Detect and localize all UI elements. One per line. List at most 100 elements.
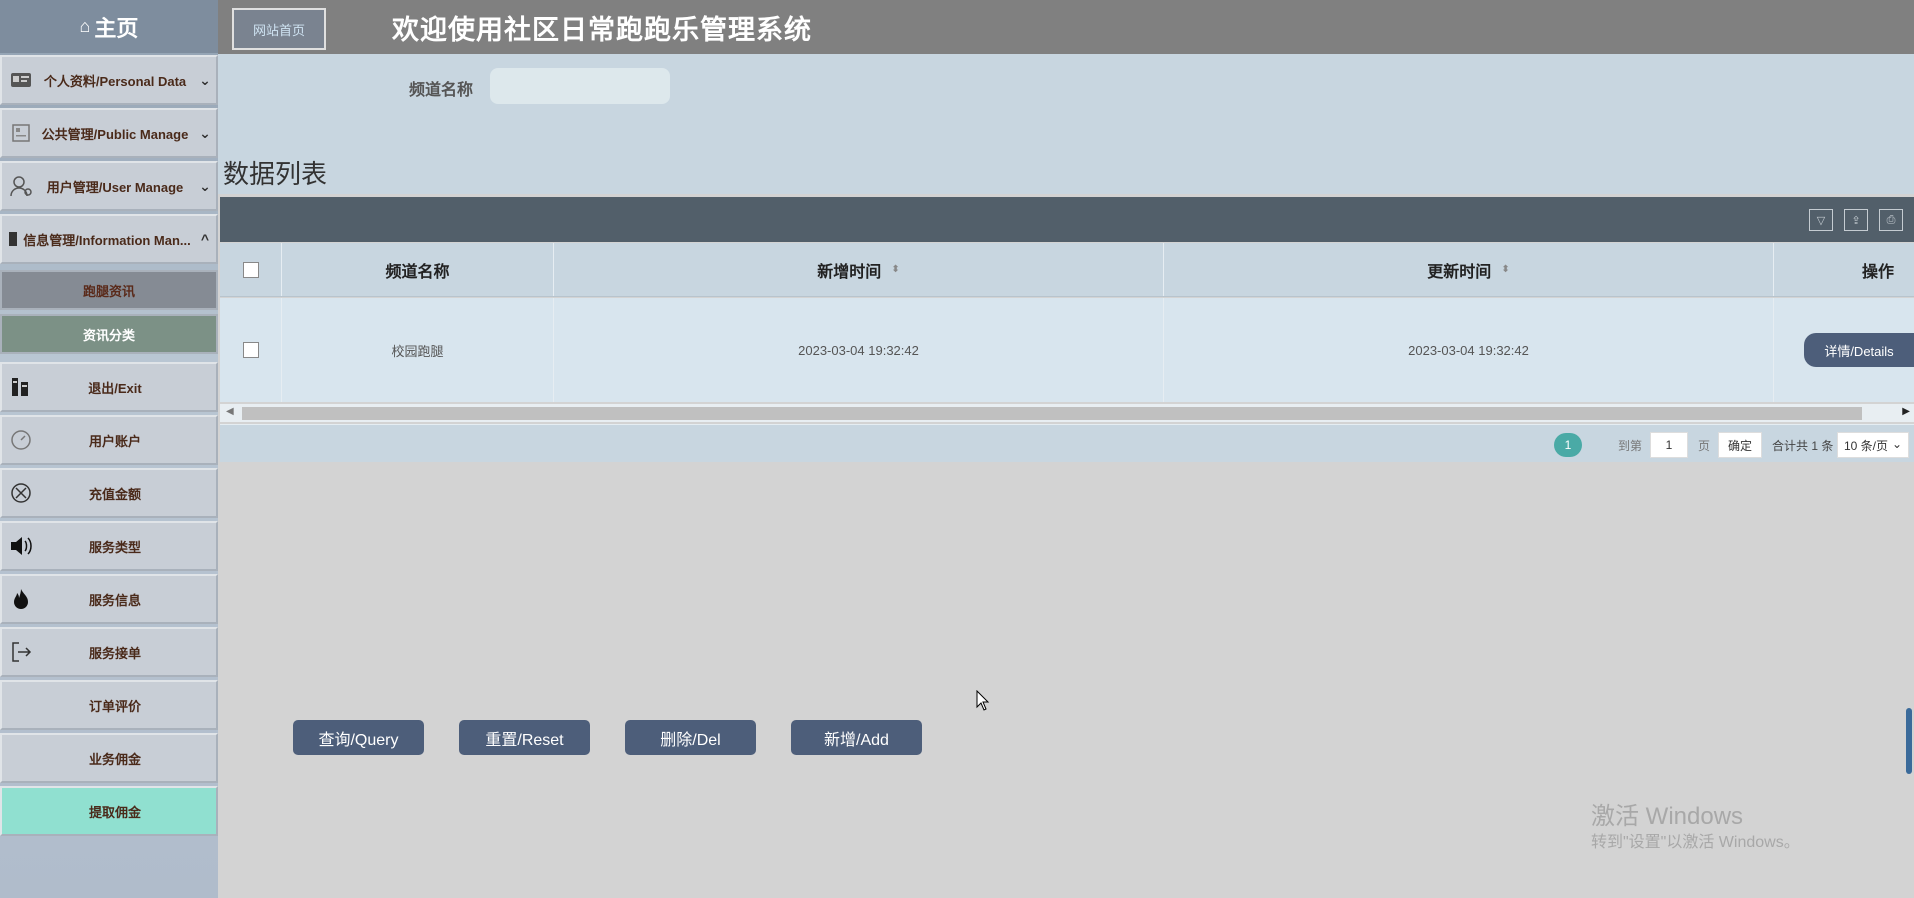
- menu-label: 信息管理/Information Man...: [23, 232, 191, 248]
- side-slider[interactable]: [1906, 708, 1912, 774]
- scroll-left-icon[interactable]: ◀: [226, 406, 234, 417]
- submenu-news-category[interactable]: 资讯分类: [0, 314, 218, 354]
- column-header-sortable[interactable]: 更新时间 ⬍: [1164, 243, 1774, 296]
- channel-name-label: 频道名称: [409, 82, 474, 99]
- menu-recharge[interactable]: 充值金额: [0, 468, 218, 518]
- table-toolbar: ▽ ⇪ ⎙: [220, 197, 1914, 242]
- list-title: 数据列表: [223, 159, 328, 189]
- menu-label: 用户管理/User Manage: [46, 179, 184, 195]
- menu-public-manage[interactable]: 公共管理/Public Manage ⌄: [0, 108, 218, 158]
- menu-label: 个人资料/Personal Data: [43, 73, 187, 89]
- details-button[interactable]: 详情/Details: [1804, 333, 1914, 367]
- logout-icon: [6, 637, 36, 667]
- row-checkbox[interactable]: [242, 342, 259, 358]
- document-icon: [6, 118, 36, 148]
- column-header-label: 新增时间: [817, 263, 882, 281]
- menu-label: 订单评价: [88, 698, 141, 714]
- activation-watermark-title: 激活 Windows: [1591, 803, 1744, 830]
- submenu-label: 跑腿资讯: [82, 283, 135, 299]
- reset-button[interactable]: 重置/Reset: [459, 720, 590, 755]
- menu-label: 服务类型: [88, 539, 141, 555]
- goto-label: 到第: [1618, 439, 1643, 453]
- cell-updated-time: 2023-03-04 19:32:42: [1164, 298, 1774, 402]
- delete-button[interactable]: 删除/Del: [625, 720, 756, 755]
- chevron-down-icon: ⌄: [1891, 437, 1902, 451]
- user-gear-icon: [6, 171, 36, 201]
- page-size-select[interactable]: 10 条/页 ⌄: [1837, 432, 1909, 458]
- submenu-errand-news[interactable]: 跑腿资讯: [0, 270, 218, 310]
- speaker-icon: [6, 531, 36, 561]
- cell-created-time: 2023-03-04 19:32:42: [554, 298, 1164, 402]
- menu-label: 服务信息: [88, 592, 141, 608]
- site-home-button[interactable]: 网站首页: [232, 8, 326, 50]
- fire-icon: [6, 584, 36, 614]
- column-header-label: 频道名称: [385, 263, 450, 281]
- chevron-down-icon: ⌄: [199, 71, 211, 88]
- sidebar: ⌂ 主页 个人资料/Personal Data ⌄ 公共管理/Public Ma…: [0, 0, 218, 898]
- menu-label: 公共管理/Public Manage: [41, 126, 189, 142]
- submenu-label: 资讯分类: [82, 327, 135, 343]
- row-checkbox-cell: [220, 298, 282, 402]
- system-title: 欢迎使用社区日常跑跑乐管理系统: [392, 15, 812, 45]
- activation-watermark-text: 转到"设置"以激活 Windows。: [1591, 834, 1800, 851]
- menu-order-review[interactable]: 订单评价: [0, 680, 218, 730]
- page-size-value: 10 条/页: [1844, 438, 1889, 453]
- menu-service-type[interactable]: 服务类型: [0, 521, 218, 571]
- scroll-right-icon[interactable]: ▶: [1902, 406, 1910, 417]
- home-icon: ⌂: [79, 16, 91, 36]
- table-header: 频道名称 新增时间 ⬍ 更新时间 ⬍ 操作: [220, 243, 1914, 297]
- menu-personal-data[interactable]: 个人资料/Personal Data ⌄: [0, 55, 218, 105]
- add-button[interactable]: 新增/Add: [791, 720, 922, 755]
- column-header-label: 操作: [1861, 263, 1894, 281]
- menu-information-manage[interactable]: 信息管理/Information Man... ^: [0, 214, 218, 264]
- filter-columns-icon[interactable]: ▽: [1809, 209, 1833, 231]
- query-button[interactable]: 查询/Query: [293, 720, 424, 755]
- export-icon[interactable]: ⇪: [1844, 209, 1868, 231]
- channel-name-input[interactable]: [490, 68, 670, 104]
- crosshair-icon: [6, 478, 36, 508]
- menu-withdraw-commission[interactable]: 提取佣金: [0, 786, 218, 836]
- chevron-up-icon: ^: [200, 231, 210, 247]
- total-count: 合计共 1 条: [1772, 439, 1834, 453]
- menu-user-manage[interactable]: 用户管理/User Manage ⌄: [0, 161, 218, 211]
- sort-icon[interactable]: ⬍: [891, 264, 899, 275]
- column-header-sortable[interactable]: 新增时间 ⬍: [554, 243, 1164, 296]
- horizontal-scrollbar[interactable]: ◀ ▶: [220, 404, 1914, 422]
- menu-user-account[interactable]: 用户账户: [0, 415, 218, 465]
- home-link[interactable]: ⌂ 主页: [0, 0, 218, 53]
- menu-label: 业务佣金: [88, 751, 141, 767]
- select-all-cell: [220, 243, 282, 296]
- cell-channel-name: 校园跑腿: [282, 298, 554, 402]
- goto-page-input[interactable]: 1: [1650, 432, 1688, 458]
- search-area: 频道名称 数据列表: [218, 54, 1914, 194]
- menu-exit[interactable]: 退出/Exit: [0, 362, 218, 412]
- select-all-checkbox[interactable]: [242, 261, 259, 278]
- menu-label: 充值金额: [88, 486, 141, 502]
- chevron-down-icon: ⌄: [199, 124, 211, 141]
- menu-label: 退出/Exit: [88, 380, 142, 396]
- column-header: 频道名称: [282, 243, 554, 296]
- print-icon[interactable]: ⎙: [1879, 209, 1903, 231]
- building-icon: [6, 224, 20, 254]
- column-header: 操作: [1774, 243, 1914, 296]
- home-label: 主页: [94, 15, 139, 41]
- chevron-down-icon: ⌄: [199, 177, 211, 194]
- pagination: 1 到第 1 页 确定 合计共 1 条 10 条/页 ⌄: [220, 424, 1914, 462]
- menu-service-info[interactable]: 服务信息: [0, 574, 218, 624]
- top-bar: 网站首页 欢迎使用社区日常跑跑乐管理系统: [218, 0, 1914, 54]
- page-unit-label: 页: [1698, 439, 1711, 453]
- table-row: 校园跑腿 2023-03-04 19:32:42 2023-03-04 19:3…: [220, 298, 1914, 402]
- id-card-icon: [6, 65, 36, 95]
- menu-service-order[interactable]: 服务接单: [0, 627, 218, 677]
- page-number-current[interactable]: 1: [1554, 433, 1582, 457]
- mouse-cursor-icon: [976, 690, 990, 711]
- scrollbar-thumb[interactable]: [242, 407, 1862, 420]
- confirm-page-button[interactable]: 确定: [1718, 432, 1762, 458]
- menu-business-commission[interactable]: 业务佣金: [0, 733, 218, 783]
- speed-icon: [6, 425, 36, 455]
- menu-label: 提取佣金: [88, 804, 141, 820]
- sort-icon[interactable]: ⬍: [1501, 264, 1509, 275]
- menu-label: 用户账户: [88, 433, 141, 449]
- books-icon: [6, 372, 36, 402]
- column-header-label: 更新时间: [1427, 263, 1492, 281]
